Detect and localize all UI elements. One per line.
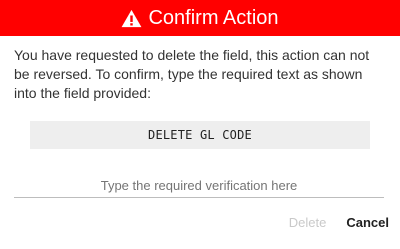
dialog-actions: Delete Cancel [289,215,389,230]
verification-input[interactable] [14,174,384,198]
warning-icon [121,9,142,28]
confirm-action-dialog: Confirm Action You have requested to del… [0,0,400,249]
required-text: DELETE GL CODE [148,128,252,142]
dialog-message: You have requested to delete the field, … [14,47,370,101]
delete-button[interactable]: Delete [289,215,327,230]
required-text-box: DELETE GL CODE [30,121,370,149]
dialog-title: Confirm Action [148,7,279,29]
cancel-button[interactable]: Cancel [346,215,389,230]
dialog-header: Confirm Action [0,0,400,36]
